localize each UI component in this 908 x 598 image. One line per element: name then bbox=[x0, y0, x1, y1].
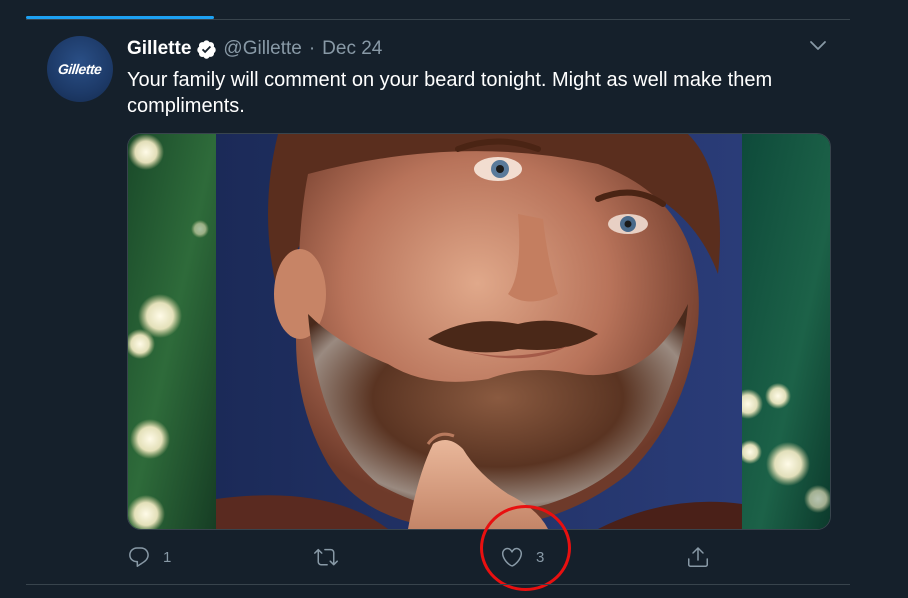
reply-button[interactable]: 1 bbox=[127, 541, 171, 573]
share-button[interactable] bbox=[686, 541, 722, 573]
bottom-divider bbox=[26, 584, 850, 585]
avatar[interactable]: Gillette bbox=[47, 36, 113, 102]
like-count: 3 bbox=[536, 548, 545, 566]
like-button[interactable]: 3 bbox=[500, 541, 544, 573]
tweet-date[interactable]: Dec 24 bbox=[322, 38, 382, 60]
avatar-logo-text: Gillette bbox=[57, 61, 103, 77]
heart-icon bbox=[500, 545, 524, 569]
retweet-icon bbox=[314, 545, 338, 569]
display-name[interactable]: Gillette bbox=[127, 38, 191, 60]
reply-count: 1 bbox=[163, 548, 172, 566]
tweet-actions: 1 3 bbox=[127, 541, 829, 573]
tweet-media-photo[interactable] bbox=[127, 133, 831, 530]
tweet-text: Your family will comment on your beard t… bbox=[127, 69, 773, 117]
retweet-button[interactable] bbox=[314, 541, 350, 573]
tweet-header: Gillette @Gillette · Dec 24 bbox=[127, 37, 382, 61]
bearded-man-photo bbox=[128, 134, 830, 529]
tweet-page: Gillette Gillette @Gillette · Dec 24 You… bbox=[0, 0, 908, 598]
more-options-chevron-down-icon[interactable] bbox=[806, 36, 830, 56]
user-handle[interactable]: @Gillette bbox=[223, 38, 301, 60]
active-tab-indicator bbox=[26, 16, 214, 19]
verified-badge-icon bbox=[196, 39, 217, 60]
top-divider bbox=[26, 19, 850, 20]
separator-dot: · bbox=[308, 38, 316, 59]
share-icon bbox=[686, 545, 710, 569]
reply-icon bbox=[127, 545, 151, 569]
